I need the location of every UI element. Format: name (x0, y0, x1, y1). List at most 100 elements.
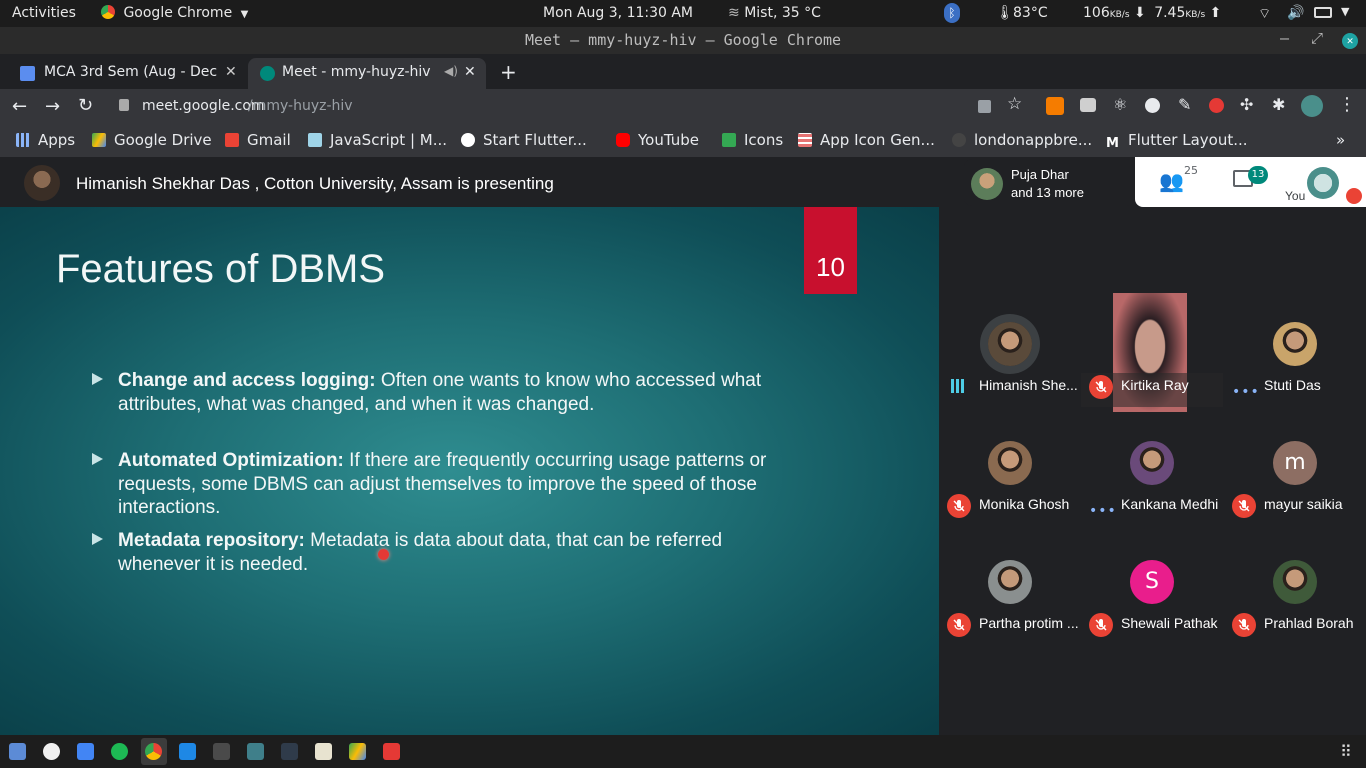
bookmark-javascript[interactable]: JavaScript | M... (308, 131, 447, 149)
slide-title: Features of DBMS (56, 247, 386, 291)
classroom-icon (20, 66, 35, 81)
mic-off-icon (947, 613, 971, 637)
taskbar: ⠿ (0, 735, 1366, 768)
bookmark-icons[interactable]: Icons (722, 131, 783, 149)
participant-name: Kirtika Ray (1121, 377, 1189, 393)
extension-app-icon[interactable] (43, 743, 60, 760)
weather-widget[interactable]: ≋ Mist, 35 °C (728, 5, 821, 21)
slide-number: 10 (804, 207, 857, 294)
camera-blocked-icon[interactable] (978, 100, 991, 113)
puzzle-icon[interactable]: ✱ (1272, 95, 1285, 114)
system-menu-chevron-icon[interactable]: ▼ (1341, 5, 1349, 18)
tab-meet[interactable]: Meet - mmy-huyz-hiv ◀) ✕ (248, 58, 486, 89)
flutter-icon (461, 133, 475, 147)
apps-grid-icon (16, 133, 30, 147)
terminal-2-icon[interactable] (281, 743, 298, 760)
tab-mca[interactable]: MCA 3rd Sem (Aug - Dec ✕ (8, 58, 244, 89)
bookmark-apps[interactable]: Apps (16, 131, 75, 149)
meet-icon (260, 66, 275, 81)
profile-avatar[interactable] (1301, 95, 1323, 117)
maximize-icon[interactable]: ⤢ (1311, 29, 1323, 47)
lock-icon[interactable] (119, 99, 129, 111)
presenter-text: Himanish Shekhar Das , Cotton University… (76, 174, 554, 193)
mic-off-icon (1232, 613, 1256, 637)
forward-icon[interactable]: → (45, 96, 60, 117)
terminal-icon[interactable] (213, 743, 230, 760)
mic-off-icon (1089, 375, 1113, 399)
presentation-slide: Features of DBMS 10 Change and access lo… (0, 207, 939, 735)
kebab-menu-icon[interactable]: ⋮ (1338, 94, 1356, 115)
bookmark-label: londonappbre... (974, 131, 1093, 149)
docs-icon[interactable] (77, 743, 94, 760)
android-studio-icon[interactable] (247, 743, 264, 760)
self-mic-off-icon[interactable] (1346, 188, 1362, 204)
address-bar[interactable]: meet.google.com /mmy-huyz-hiv (105, 92, 965, 122)
participant-tile[interactable]: Kirtika Ray (1081, 287, 1223, 412)
more-options-icon[interactable]: ••• (1232, 384, 1260, 400)
extension-off-icon[interactable] (1046, 97, 1064, 115)
participant-tile[interactable]: Partha protim ... (939, 525, 1081, 644)
close-tab-icon[interactable]: ✕ (464, 64, 476, 80)
bookmark-flutter-layout[interactable]: M Flutter Layout... (1106, 131, 1248, 151)
network-speed: 106KB/s ⬇ 7.45KB/s ⬆ (1083, 5, 1221, 21)
pinned-more: and 13 more (1011, 185, 1084, 200)
activities-button[interactable]: Activities (12, 5, 76, 21)
participant-avatar: m (1273, 441, 1317, 485)
bookmarks-overflow-icon[interactable]: » (1336, 131, 1345, 149)
close-window-icon[interactable]: ✕ (1342, 33, 1358, 49)
participant-tile[interactable]: Prahlad Borah (1224, 525, 1366, 644)
volume-icon[interactable]: 🔊 (1287, 5, 1304, 21)
slide-bullet: Metadata repository: Metadata is data ab… (92, 529, 772, 576)
self-avatar[interactable] (1307, 167, 1339, 199)
participant-tile[interactable]: m mayur saikia (1224, 406, 1366, 525)
more-options-icon[interactable]: ••• (1089, 503, 1117, 519)
react-extension-icon[interactable]: ⚛ (1113, 95, 1127, 114)
record-extension-icon[interactable] (1209, 98, 1224, 113)
pinned-participants[interactable]: Puja Dhar and 13 more (964, 159, 1135, 206)
show-apps-icon[interactable]: ⠿ (1340, 742, 1352, 761)
participant-tile[interactable]: Monika Ghosh (939, 406, 1081, 525)
bookmark-app-icon-gen[interactable]: App Icon Gen... (798, 131, 935, 149)
bookmarks-bar: Apps Google Drive Gmail JavaScript | M..… (0, 125, 1366, 157)
bullet-arrow-icon (92, 533, 103, 545)
bluetooth-icon[interactable]: ᛒ (944, 3, 960, 23)
vscode-icon[interactable] (179, 743, 196, 760)
download-unit: KB/s (1109, 10, 1130, 20)
participant-tile[interactable]: S Shewali Pathak (1081, 525, 1223, 644)
back-icon[interactable]: ← (12, 96, 27, 117)
javascript-icon (308, 133, 322, 147)
thermometer-icon: 🌡 (996, 5, 1014, 21)
bookmark-start-flutter[interactable]: Start Flutter... (461, 131, 587, 149)
minimize-icon[interactable]: – (1280, 29, 1289, 47)
participant-tile[interactable]: Himanish She... (939, 287, 1081, 406)
participant-tile[interactable]: ••• Stuti Das (1224, 287, 1366, 406)
bookmark-gmail[interactable]: Gmail (225, 131, 291, 149)
chrome-icon (101, 5, 115, 19)
bookmark-londonappbrewery[interactable]: londonappbre... (952, 131, 1092, 149)
files-icon[interactable] (9, 743, 26, 760)
app-menu[interactable]: Google Chrome ▼ (101, 5, 248, 21)
extension-icon[interactable] (1145, 98, 1160, 113)
text-editor-icon[interactable] (315, 743, 332, 760)
pdf-viewer-icon[interactable] (383, 743, 400, 760)
bookmark-google-drive[interactable]: Google Drive (92, 131, 212, 149)
participant-tile[interactable]: ••• Kankana Medhi (1081, 406, 1223, 525)
wifi-icon[interactable]: ⌔ (1258, 5, 1271, 23)
screenshot-extension-icon[interactable] (1080, 98, 1096, 112)
bookmark-youtube[interactable]: YouTube (616, 131, 699, 149)
spotify-icon[interactable] (111, 743, 128, 760)
new-tab-icon[interactable]: + (500, 60, 517, 84)
battery-icon[interactable] (1314, 7, 1332, 18)
audio-playing-icon[interactable]: ◀) (444, 64, 458, 78)
close-tab-icon[interactable]: ✕ (225, 64, 237, 80)
chrome-taskbar-button[interactable] (141, 738, 167, 765)
slide-bullet: Automated Optimization: If there are fre… (92, 449, 772, 520)
star-icon[interactable]: ☆ (1007, 94, 1022, 114)
clock[interactable]: Mon Aug 3, 11:30 AM (543, 5, 693, 21)
pen-extension-icon[interactable]: ✎ (1178, 95, 1191, 114)
people-icon[interactable]: 👥 (1159, 169, 1184, 193)
google-drive-icon[interactable] (349, 743, 366, 760)
reload-icon[interactable]: ↻ (78, 95, 93, 116)
bug-extension-icon[interactable]: ✣ (1240, 95, 1253, 114)
chat-badge: 13 (1248, 166, 1268, 184)
